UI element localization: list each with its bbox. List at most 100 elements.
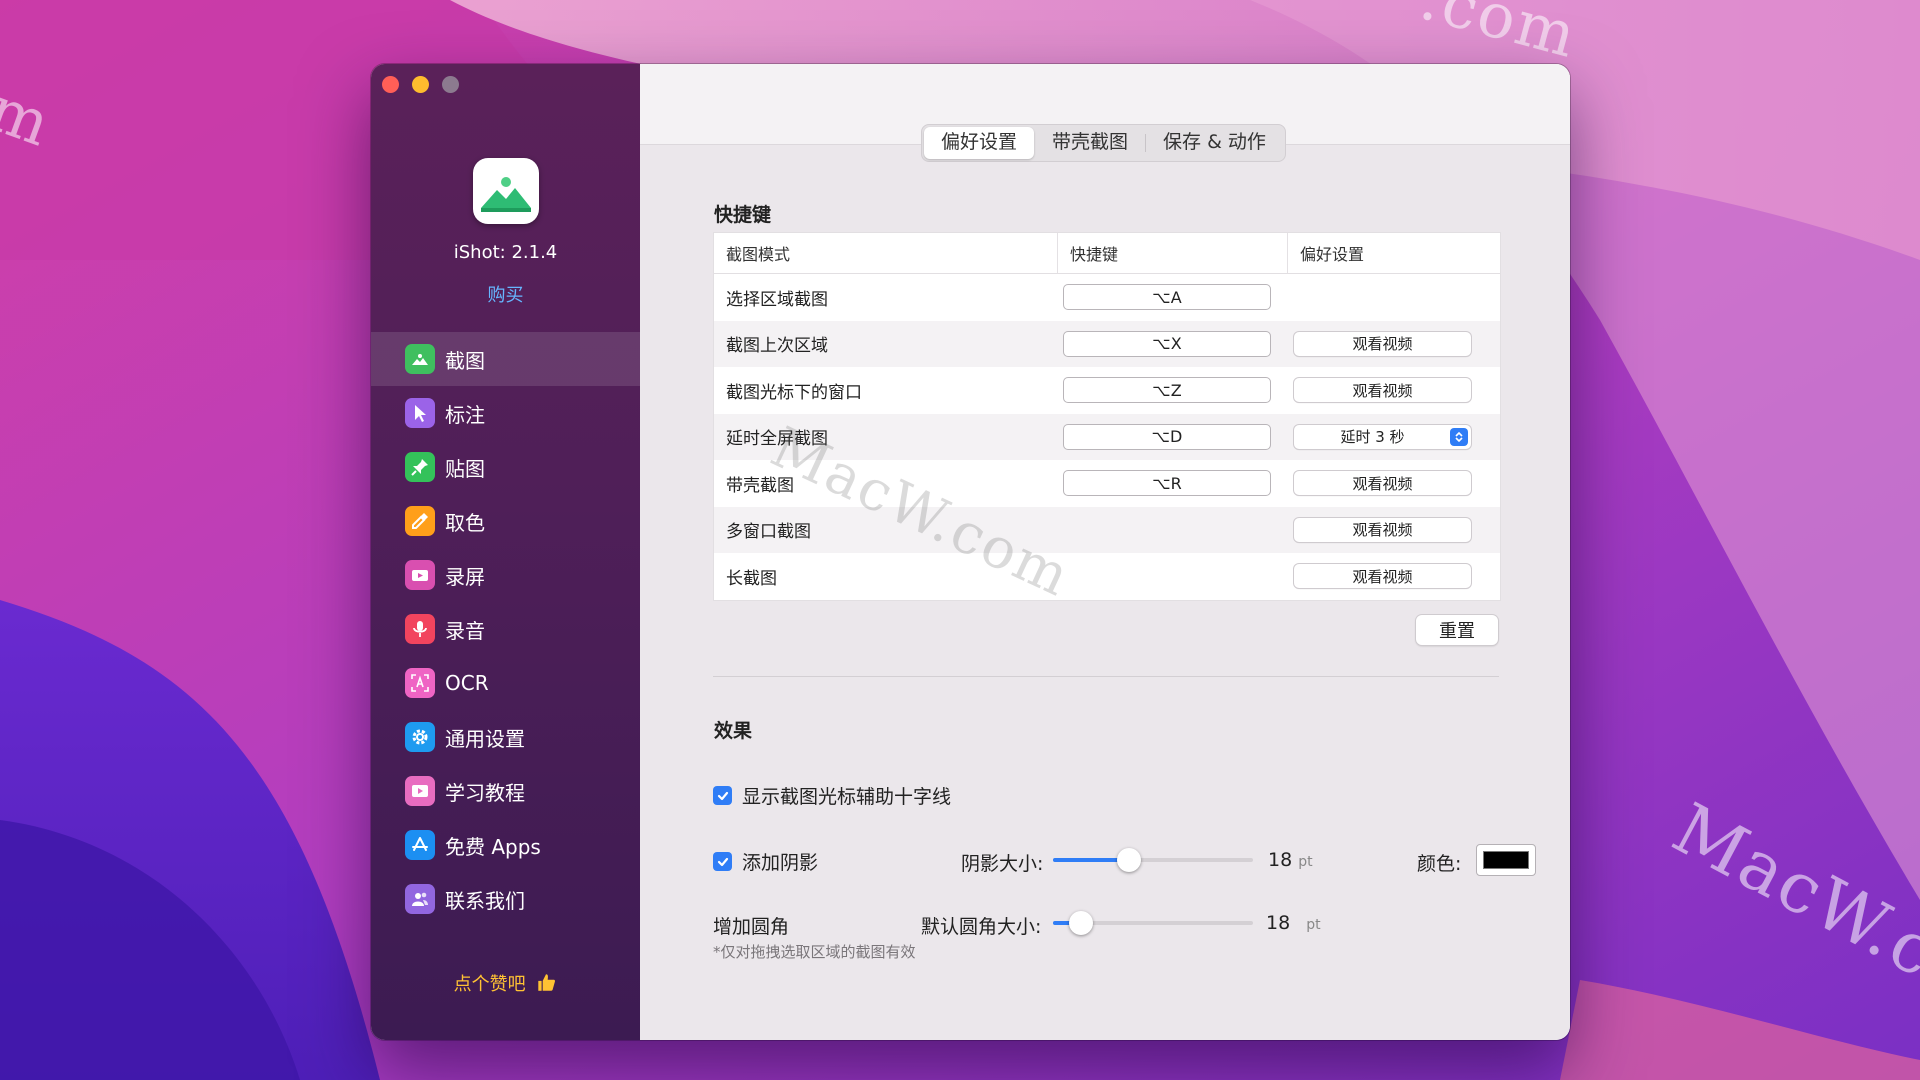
crosshair-label: 显示截图光标辅助十字线 xyxy=(742,786,952,808)
corner-label: 增加圆角 xyxy=(713,916,790,938)
column-header: 偏好设置 xyxy=(1287,233,1500,273)
table-row: 选择区域截图 ⌥A xyxy=(714,274,1500,321)
shadow-checkbox[interactable]: 添加阴影 xyxy=(713,848,818,875)
shadow-size-unit: pt xyxy=(1298,854,1313,870)
mode-label: 选择区域截图 xyxy=(726,289,828,310)
table-row: 截图光标下的窗口 ⌥Z 观看视频 xyxy=(714,367,1500,414)
thumbs-up-icon xyxy=(535,971,557,998)
shadow-size-value: 18 pt xyxy=(1268,849,1313,871)
corner-note: *仅对拖拽选取区域的截图有效 xyxy=(713,943,916,961)
settings-panel: 偏好设置 带壳截图 保存 & 动作 快捷键 截图模式 快捷键 偏好设置 选择区域… xyxy=(640,64,1570,1040)
shadow-color-well[interactable] xyxy=(1476,844,1536,876)
slider-knob[interactable] xyxy=(1069,911,1093,935)
table-row: 截图上次区域 ⌥X 观看视频 xyxy=(714,320,1500,367)
watch-video-button[interactable]: 观看视频 xyxy=(1294,378,1471,403)
sidebar-item-annotate[interactable]: 标注 xyxy=(371,386,640,440)
checkmark-icon xyxy=(713,852,732,871)
sidebar-item-pin[interactable]: 贴图 xyxy=(371,440,640,494)
pin-icon xyxy=(405,452,435,482)
video-icon xyxy=(405,560,435,590)
sidebar-item-label: 通用设置 xyxy=(445,726,525,751)
app-version: iShot: 2.1.4 xyxy=(453,242,558,263)
corner-size-slider[interactable] xyxy=(1053,911,1253,935)
cursor-icon xyxy=(405,398,435,428)
shortcut-field[interactable]: ⌥X xyxy=(1063,330,1271,357)
sidebar-item-label: 贴图 xyxy=(445,456,485,481)
window-controls xyxy=(382,76,459,93)
contacts-icon xyxy=(405,884,435,914)
chevron-updown-icon xyxy=(1450,427,1468,446)
column-header: 截图模式 xyxy=(726,245,791,264)
sidebar-item-tutorials[interactable]: 学习教程 xyxy=(371,764,640,818)
sidebar-item-label: OCR xyxy=(445,671,489,695)
sidebar-item-label: 录音 xyxy=(445,618,485,643)
sidebar-item-ocr[interactable]: OCR xyxy=(371,656,640,710)
close-button[interactable] xyxy=(382,76,399,93)
tutorial-icon xyxy=(405,776,435,806)
shadow-color-label: 颜色: xyxy=(1417,853,1462,875)
sidebar-item-screenshot[interactable]: 截图 xyxy=(371,332,640,386)
column-header: 快捷键 xyxy=(1057,233,1287,273)
sidebar-item-label: 免费 Apps xyxy=(445,834,541,859)
corner-size-label: 默认圆角大小: xyxy=(921,916,1042,938)
like-link[interactable]: 点个赞吧 xyxy=(371,970,640,998)
mode-label: 延时全屏截图 xyxy=(726,429,828,450)
table-row: 长截图 观看视频 xyxy=(714,553,1500,600)
ocr-icon xyxy=(405,668,435,698)
sidebar-item-label: 取色 xyxy=(445,510,485,535)
tab-bar: 偏好设置 带壳截图 保存 & 动作 xyxy=(921,124,1286,162)
like-label: 点个赞吧 xyxy=(453,974,526,995)
sidebar-item-label: 联系我们 xyxy=(445,888,525,913)
tab-preferences[interactable]: 偏好设置 xyxy=(924,127,1035,159)
app-store-icon xyxy=(405,830,435,860)
gear-icon xyxy=(405,722,435,752)
sidebar-item-screen-record[interactable]: 录屏 xyxy=(371,548,640,602)
buy-link[interactable]: 购买 xyxy=(371,281,640,307)
reset-button[interactable]: 重置 xyxy=(1416,615,1498,645)
sidebar-item-label: 标注 xyxy=(445,402,485,427)
mode-label: 截图光标下的窗口 xyxy=(726,382,862,403)
sidebar-item-contact-us[interactable]: 联系我们 xyxy=(371,872,640,926)
tab-save-actions[interactable]: 保存 & 动作 xyxy=(1146,127,1283,159)
image-icon xyxy=(405,344,435,374)
shortcuts-table: 截图模式 快捷键 偏好设置 选择区域截图 ⌥A 截图上次区域 ⌥X 观看视频 截… xyxy=(713,232,1501,601)
shortcut-field[interactable]: ⌥R xyxy=(1063,470,1271,497)
tab-device-frame[interactable]: 带壳截图 xyxy=(1035,127,1145,159)
watch-video-button[interactable]: 观看视频 xyxy=(1294,471,1471,496)
sidebar: iShot: 2.1.4 购买 截图 标注 贴图 取色 录屏 录音 OCR 通用… xyxy=(371,64,640,1040)
section-title-effects: 效果 xyxy=(714,720,753,742)
watch-video-button[interactable]: 观看视频 xyxy=(1294,564,1471,589)
sidebar-item-label: 录屏 xyxy=(445,564,485,589)
slider-knob[interactable] xyxy=(1117,848,1141,872)
corner-size-value: 18 pt xyxy=(1266,912,1321,934)
crosshair-checkbox[interactable]: 显示截图光标辅助十字线 xyxy=(713,782,951,809)
sidebar-item-audio-record[interactable]: 录音 xyxy=(371,602,640,656)
shadow-label: 添加阴影 xyxy=(742,852,819,874)
minimize-button[interactable] xyxy=(412,76,429,93)
shadow-size-slider[interactable] xyxy=(1053,848,1253,872)
shortcut-field[interactable]: ⌥Z xyxy=(1063,377,1271,404)
sidebar-item-free-apps[interactable]: 免费 Apps xyxy=(371,818,640,872)
shadow-size-number: 18 xyxy=(1268,849,1293,871)
app-logo-icon xyxy=(473,158,539,224)
sidebar-item-label: 截图 xyxy=(445,348,485,373)
shortcut-field[interactable]: ⌥A xyxy=(1063,284,1271,311)
sidebar-nav: 截图 标注 贴图 取色 录屏 录音 OCR 通用设置 学习教程 免费 Apps … xyxy=(371,332,640,926)
section-divider xyxy=(713,676,1499,677)
watch-video-button[interactable]: 观看视频 xyxy=(1294,331,1471,356)
corner-size-number: 18 xyxy=(1266,912,1291,934)
watch-video-button[interactable]: 观看视频 xyxy=(1294,517,1471,542)
zoom-button[interactable] xyxy=(442,76,459,93)
eyedropper-icon xyxy=(405,506,435,536)
table-header: 截图模式 快捷键 偏好设置 xyxy=(714,233,1500,274)
shadow-size-label: 阴影大小: xyxy=(961,853,1044,875)
section-title-shortcuts: 快捷键 xyxy=(714,204,772,226)
delay-select[interactable]: 延时 3 秒 xyxy=(1294,424,1471,449)
shortcut-field[interactable]: ⌥D xyxy=(1063,423,1271,450)
mode-label: 截图上次区域 xyxy=(726,336,828,357)
checkmark-icon xyxy=(713,786,732,805)
sidebar-item-color-picker[interactable]: 取色 xyxy=(371,494,640,548)
sidebar-item-general-settings[interactable]: 通用设置 xyxy=(371,710,640,764)
sidebar-item-label: 学习教程 xyxy=(445,780,525,805)
microphone-icon xyxy=(405,614,435,644)
